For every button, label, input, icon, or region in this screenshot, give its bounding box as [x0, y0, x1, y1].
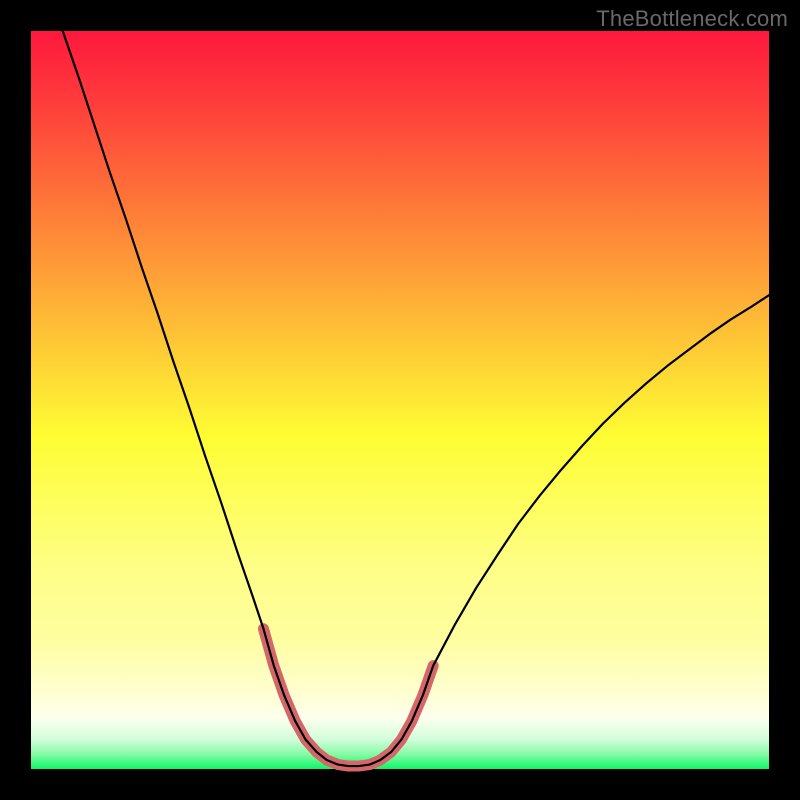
chart-stage: TheBottleneck.com — [0, 0, 800, 800]
watermark-text: TheBottleneck.com — [596, 6, 788, 32]
chart-background — [31, 31, 769, 769]
bottleneck-chart — [0, 0, 800, 800]
